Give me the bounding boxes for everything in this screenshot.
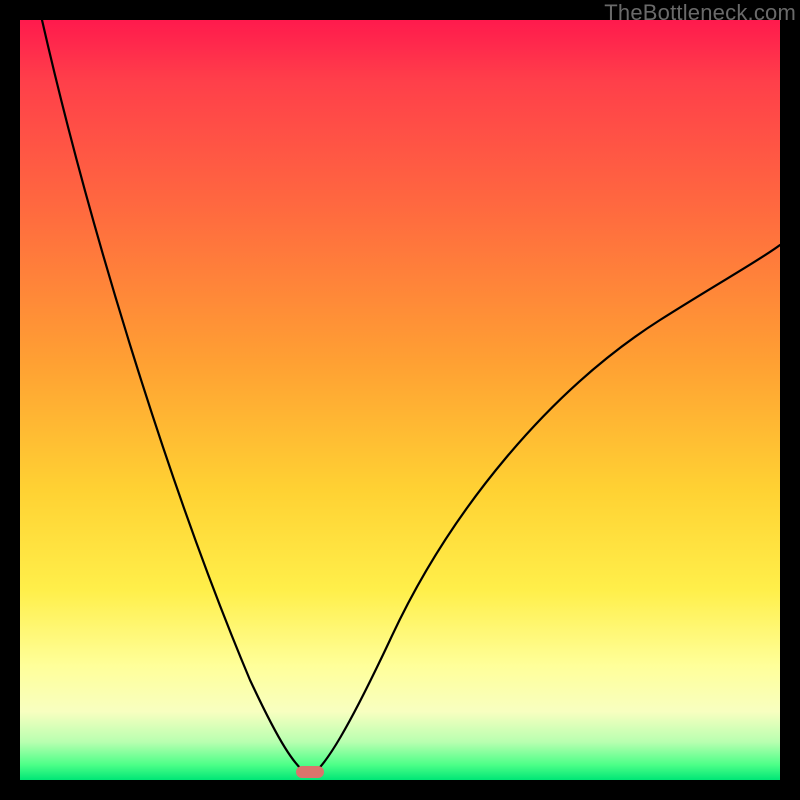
chart-curve-layer [20,20,780,780]
balance-point-marker [296,766,324,778]
chart-plot-area [20,20,780,780]
bottleneck-curve [42,20,780,776]
